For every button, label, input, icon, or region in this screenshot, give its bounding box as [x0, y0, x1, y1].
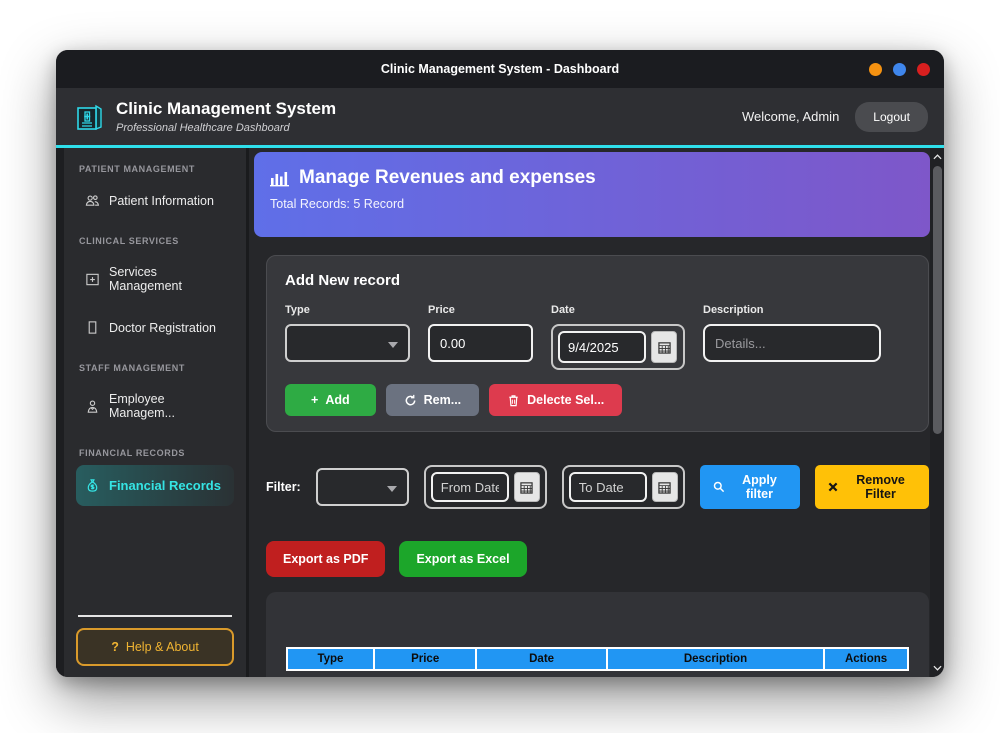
main-content: Manage Revenues and expenses Total Recor… — [249, 148, 930, 677]
close-button[interactable] — [917, 62, 930, 76]
to-date-input[interactable] — [568, 472, 647, 502]
refresh-icon — [404, 394, 417, 407]
description-input[interactable] — [703, 324, 881, 362]
hospital-icon — [85, 272, 100, 287]
from-date-picker — [423, 465, 547, 509]
bar-chart-icon — [270, 169, 290, 187]
x-icon — [828, 482, 838, 492]
section-staff-management: STAFF MANAGEMENT — [79, 363, 185, 373]
sidebar-item-doctor-registration[interactable]: Doctor Registration — [76, 308, 234, 347]
money-icon — [85, 478, 100, 493]
column-header-price[interactable]: Price — [372, 647, 478, 671]
records-table-card: Type Price Date Description Actions — [266, 592, 929, 677]
apply-filter-button[interactable]: Apply filter — [699, 465, 801, 509]
price-field-group: Price — [428, 304, 533, 362]
calendar-icon — [520, 481, 533, 494]
delete-selected-button[interactable]: Delecte Sel... — [489, 384, 623, 416]
app-title: Clinic Management System — [116, 99, 337, 119]
question-icon: ? — [111, 640, 119, 654]
section-clinical-services: CLINICAL SERVICES — [79, 236, 179, 246]
column-header-date[interactable]: Date — [475, 647, 608, 671]
export-excel-button[interactable]: Export as Excel — [399, 541, 527, 577]
from-date-input[interactable] — [430, 472, 509, 502]
chevron-down-icon — [386, 486, 397, 492]
date-field-group: Date — [551, 304, 685, 370]
date-label: Date — [551, 304, 575, 316]
records-table: Type Price Date Description Actions — [286, 647, 909, 671]
remove-button[interactable]: Rem... — [385, 384, 480, 416]
sidebar-divider — [78, 615, 232, 617]
logout-button[interactable]: Logout — [855, 101, 928, 132]
patients-icon — [85, 193, 100, 208]
description-field-group: Description — [703, 304, 881, 362]
column-header-description[interactable]: Description — [605, 647, 826, 671]
price-input[interactable] — [428, 324, 533, 362]
app-identity: Clinic Management System Professional He… — [116, 99, 336, 133]
section-patient-management: PATIENT MANAGEMENT — [79, 164, 195, 174]
sidebar-item-patient-information[interactable]: Patient Information — [76, 181, 234, 220]
calendar-button[interactable] — [651, 331, 677, 363]
date-input[interactable] — [558, 331, 646, 363]
type-select[interactable] — [285, 324, 410, 362]
plus-icon: + — [311, 393, 319, 407]
doctor-icon — [85, 320, 100, 335]
app-window: Clinic Management System - Dashboard Cli… — [56, 50, 944, 677]
page-banner: Manage Revenues and expenses Total Recor… — [254, 152, 930, 237]
chevron-down-icon — [388, 342, 398, 348]
sidebar: PATIENT MANAGEMENT Patient Information C… — [56, 148, 249, 677]
app-header: Clinic Management System Professional He… — [56, 88, 944, 145]
to-date-picker — [561, 465, 685, 509]
help-about-button[interactable]: ? Help & About — [76, 628, 234, 666]
add-record-title: Add New record — [285, 272, 401, 289]
add-record-card: Add New record Type Price Date — [266, 255, 929, 432]
sidebar-item-label: Employee Managem... — [109, 392, 176, 420]
vertical-scrollbar[interactable] — [930, 148, 944, 677]
window-title: Clinic Management System - Dashboard — [380, 62, 620, 76]
sidebar-item-label: Patient Information — [109, 193, 214, 208]
price-label: Price — [428, 304, 455, 316]
welcome-text: Welcome, Admin — [742, 109, 840, 124]
type-field-group: Type — [285, 304, 410, 362]
maximize-button[interactable] — [893, 62, 906, 76]
page-title: Manage Revenues and expenses — [299, 167, 596, 188]
help-about-label: Help & About — [125, 640, 199, 654]
trash-icon — [507, 394, 520, 407]
sidebar-item-label: Financial Records — [109, 478, 221, 493]
titlebar: Clinic Management System - Dashboard — [56, 50, 944, 88]
calendar-button[interactable] — [513, 472, 540, 502]
column-header-type[interactable]: Type — [286, 647, 375, 671]
filter-bar: Filter: From Date To Date Apply filter R… — [266, 465, 930, 509]
remove-filter-button[interactable]: Remove Filter — [815, 465, 930, 509]
date-picker — [551, 324, 685, 370]
sidebar-item-employee-management[interactable]: Employee Managem... — [76, 380, 234, 432]
description-label: Description — [703, 304, 764, 316]
sidebar-item-services-management[interactable]: Services Management — [76, 253, 234, 305]
export-pdf-button[interactable]: Export as PDF — [266, 541, 386, 577]
scroll-up-arrow[interactable] — [931, 151, 943, 163]
total-records-text: Total Records: 5 Record — [270, 197, 405, 211]
sidebar-item-label: Services Management — [109, 265, 182, 293]
app-subtitle: Professional Healthcare Dashboard — [116, 121, 290, 134]
calendar-button[interactable] — [651, 472, 678, 502]
add-button[interactable]: + Add — [285, 384, 376, 416]
export-bar: Export as PDF Export as Excel — [266, 541, 930, 577]
calendar-icon — [657, 341, 671, 354]
calendar-icon — [658, 481, 671, 494]
scrollbar-thumb[interactable] — [932, 166, 942, 434]
employee-icon — [85, 399, 100, 414]
column-header-actions[interactable]: Actions — [823, 647, 909, 671]
section-financial-records: FINANCIAL RECORDS — [79, 448, 186, 458]
table-header-row: Type Price Date Description Actions — [286, 647, 909, 671]
scroll-down-arrow[interactable] — [931, 662, 943, 674]
minimize-button[interactable] — [869, 62, 882, 76]
sidebar-item-financial-records[interactable]: Financial Records — [76, 465, 234, 506]
type-label: Type — [285, 304, 310, 316]
filter-type-select[interactable] — [315, 468, 409, 506]
window-controls — [869, 50, 930, 88]
hospital-logo-icon — [74, 102, 104, 132]
search-icon — [713, 481, 725, 493]
sidebar-item-label: Doctor Registration — [109, 320, 216, 335]
filter-label: Filter: — [266, 480, 301, 494]
